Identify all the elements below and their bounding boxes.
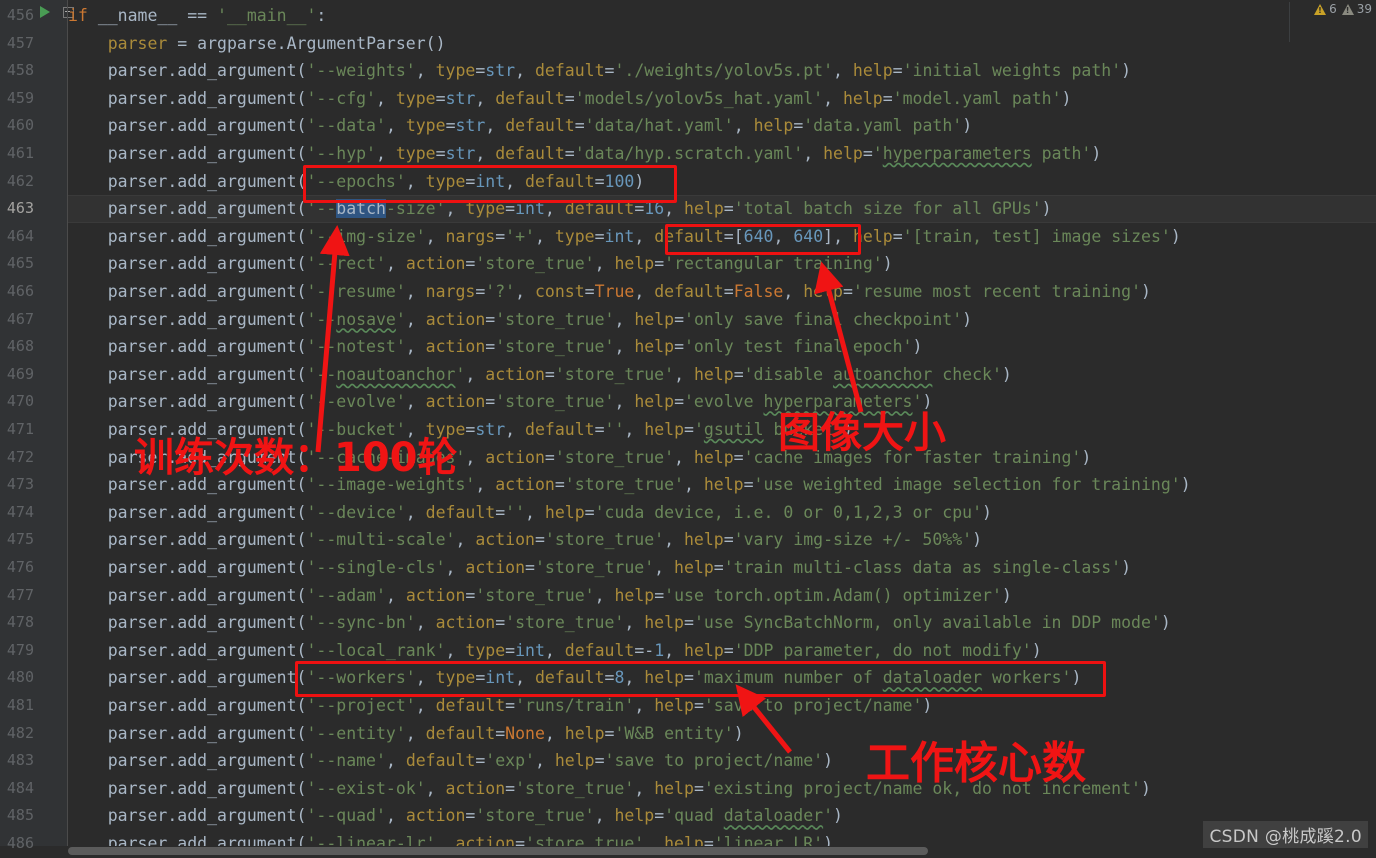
code-line[interactable]: parser.add_argument('--rect', action='st… [68, 250, 893, 278]
code-line[interactable]: parser.add_argument('--batch-size', type… [68, 195, 1052, 223]
code-line[interactable]: if __name__ == '__main__': [68, 2, 326, 30]
code-line[interactable]: parser.add_argument('--hyp', type=str, d… [68, 140, 1102, 168]
line-number: 459 [6, 88, 34, 107]
code-line[interactable]: parser.add_argument('--bucket', type=str… [68, 416, 853, 444]
line-number: 457 [6, 33, 34, 52]
weak-warning-triangle-icon [1341, 3, 1354, 15]
line-number: 463 [6, 199, 34, 218]
line-number: 483 [6, 751, 34, 770]
line-number: 458 [6, 61, 34, 80]
line-number: 456 [6, 6, 34, 24]
watermark-label: CSDN @桃成蹊2.0 [1203, 821, 1368, 848]
warning-triangle-icon [1314, 3, 1327, 15]
code-line[interactable]: parser.add_argument('--notest', action='… [68, 333, 923, 361]
code-line[interactable]: parser = argparse.ArgumentParser() [68, 30, 446, 58]
code-line[interactable]: parser.add_argument('--cfg', type=str, d… [68, 85, 1072, 113]
inspection-widget[interactable]: 6 39 [1314, 0, 1372, 18]
code-line[interactable]: parser.add_argument('--sync-bn', action=… [68, 609, 1171, 637]
code-line[interactable]: parser.add_argument('--multi-scale', act… [68, 526, 982, 554]
code-line[interactable]: parser.add_argument('--linear-lr', actio… [68, 830, 833, 846]
code-line[interactable]: parser.add_argument('--weights', type=st… [68, 57, 1131, 85]
line-number: 473 [6, 475, 34, 494]
line-number: 476 [6, 558, 34, 576]
run-main-icon[interactable] [40, 6, 50, 18]
line-number: 467 [6, 309, 34, 328]
code-line[interactable]: parser.add_argument('--exist-ok', action… [68, 775, 1151, 803]
line-number: 484 [6, 778, 34, 797]
code-line[interactable]: parser.add_argument('--workers', type=in… [68, 664, 1082, 692]
code-line[interactable]: parser.add_argument('--quad', action='st… [68, 802, 843, 830]
warning-count-item[interactable]: 6 [1314, 2, 1337, 16]
code-line[interactable]: parser.add_argument('--device', default=… [68, 499, 992, 527]
weak-warning-count-label: 39 [1356, 2, 1372, 16]
line-number-gutter[interactable]: 456 457 458 459 460 461 462 463 464 465 466 467 468 4… [0, 0, 74, 852]
line-number: 482 [6, 723, 34, 742]
code-line[interactable]: parser.add_argument('--noautoanchor', ac… [68, 361, 1012, 389]
line-number: 462 [6, 171, 34, 190]
line-number: 479 [6, 640, 34, 659]
line-number: 485 [6, 806, 34, 825]
line-number: 471 [6, 420, 34, 438]
code-line[interactable]: parser.add_argument('--image-weights', a… [68, 471, 1191, 499]
line-number: 464 [6, 226, 34, 245]
code-text-area[interactable]: if __name__ == '__main__': parser = argp… [68, 0, 1376, 846]
inspection-divider [1289, 2, 1290, 42]
horizontal-scrollbar-thumb[interactable] [68, 847, 928, 855]
line-number: 461 [6, 144, 34, 162]
line-number: 472 [6, 447, 34, 466]
line-number: 460 [6, 116, 34, 135]
code-line[interactable]: parser.add_argument('--entity', default=… [68, 720, 744, 748]
code-line[interactable]: parser.add_argument('--cache-images', ac… [68, 444, 1092, 472]
horizontal-scrollbar[interactable] [68, 846, 1376, 856]
line-number: 486 [6, 834, 34, 852]
code-line[interactable]: parser.add_argument('--evolve', action='… [68, 388, 933, 416]
code-line[interactable]: parser.add_argument('--single-cls', acti… [68, 554, 1131, 582]
line-number: 478 [6, 613, 34, 632]
line-number: 465 [6, 254, 34, 273]
code-line[interactable]: parser.add_argument('--data', type=str, … [68, 112, 972, 140]
line-number: 466 [6, 282, 34, 300]
code-editor[interactable]: 456 457 458 459 460 461 462 463 464 465 466 467 468 4… [0, 0, 1376, 856]
code-line[interactable]: parser.add_argument('--name', default='e… [68, 747, 833, 775]
code-line[interactable]: parser.add_argument('--adam', action='st… [68, 582, 1012, 610]
line-number: 477 [6, 585, 34, 604]
code-line[interactable]: parser.add_argument('--img-size', nargs=… [68, 223, 1181, 251]
line-number: 481 [6, 696, 34, 714]
line-number: 480 [6, 668, 34, 687]
line-number: 469 [6, 364, 34, 383]
code-line[interactable]: parser.add_argument('--resume', nargs='?… [68, 278, 1151, 306]
line-number: 468 [6, 337, 34, 356]
line-number: 475 [6, 530, 34, 549]
warning-count-label: 6 [1329, 2, 1337, 16]
code-line[interactable]: parser.add_argument('--local_rank', type… [68, 637, 1042, 665]
code-line[interactable]: parser.add_argument('--nosave', action='… [68, 306, 972, 334]
line-number: 470 [6, 392, 34, 411]
line-number: 474 [6, 502, 34, 521]
code-line[interactable]: parser.add_argument('--project', default… [68, 692, 933, 720]
code-line[interactable]: parser.add_argument('--epochs', type=int… [68, 168, 645, 196]
weak-warning-count-item[interactable]: 39 [1341, 2, 1372, 16]
